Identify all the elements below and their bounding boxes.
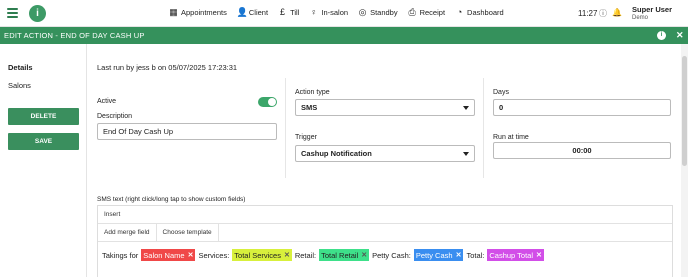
nav-item-label: Receipt bbox=[419, 8, 446, 17]
merge-field-label: Total Services bbox=[234, 250, 281, 260]
top-navigation-bar: i ▦ Appointments 👤 Client £ Till ♀ In-salon ◎ Sta… bbox=[0, 0, 688, 27]
pound-icon: £ bbox=[280, 7, 286, 17]
add-merge-field-button[interactable]: Add merge field bbox=[98, 224, 157, 242]
merge-field-tag[interactable]: Total Services ✕ bbox=[232, 249, 292, 261]
action-type-select[interactable]: SMS bbox=[295, 99, 475, 116]
insert-menu[interactable]: Insert bbox=[98, 206, 672, 224]
run-at-label: Run at time bbox=[493, 134, 529, 141]
days-input[interactable]: 0 bbox=[493, 99, 671, 116]
description-label: Description bbox=[97, 113, 133, 120]
days-label: Days bbox=[493, 89, 509, 96]
sidebar-item-details[interactable]: Details bbox=[8, 63, 33, 72]
sms-text-label: SMS text (right click/long tap to show c… bbox=[97, 196, 246, 203]
nav-item-in-salon[interactable]: ♀ In-salon bbox=[309, 7, 349, 18]
menu-icon[interactable] bbox=[7, 8, 18, 18]
merge-field-tag[interactable]: Salon Name ✕ bbox=[141, 249, 196, 261]
nav-item-client[interactable]: 👤 Client bbox=[236, 7, 269, 18]
nav-item-receipt[interactable]: ⎙ Receipt bbox=[408, 7, 446, 18]
remove-icon[interactable]: ✕ bbox=[536, 251, 542, 259]
sms-editor: Insert Add merge field Choose template Ta… bbox=[97, 205, 673, 277]
merge-field-tag[interactable]: Cashup Total ✕ bbox=[487, 249, 544, 261]
choose-template-button[interactable]: Choose template bbox=[157, 224, 219, 242]
nav-item-label: Appointments bbox=[181, 8, 227, 17]
side-panel: Details Salons DELETE SAVE bbox=[0, 44, 87, 277]
run-at-time-input[interactable]: 00:00 bbox=[493, 142, 671, 159]
nav-item-label: Dashboard bbox=[467, 8, 504, 17]
user-subtitle: Demo bbox=[632, 15, 649, 21]
logo[interactable]: i bbox=[29, 5, 46, 22]
save-button[interactable]: SAVE bbox=[8, 133, 79, 150]
nav-item-label: Till bbox=[290, 8, 300, 17]
merge-field-label: Petty Cash bbox=[415, 250, 453, 260]
trigger-value: Cashup Notification bbox=[301, 149, 372, 158]
toggle-knob bbox=[268, 98, 276, 106]
editor-toolbar: Add merge field Choose template bbox=[98, 224, 672, 242]
trigger-label: Trigger bbox=[295, 134, 317, 141]
user-menu[interactable]: Super User Demo bbox=[632, 5, 672, 23]
page-header: EDIT ACTION - END OF DAY CASH UP i ✕ bbox=[0, 27, 688, 44]
edit-form: Last run by jess b on 05/07/2025 17:23:3… bbox=[87, 44, 680, 277]
column-divider bbox=[285, 78, 286, 178]
main-nav: ▦ Appointments 👤 Client £ Till ♀ In-salon ◎ Stand… bbox=[169, 7, 504, 18]
message-text: Retail: bbox=[294, 250, 317, 260]
scrollbar-thumb[interactable] bbox=[682, 56, 687, 166]
info-icon[interactable]: i bbox=[657, 31, 666, 40]
figure-icon: ♀ bbox=[310, 7, 318, 17]
sms-message-body[interactable]: Takings for Salon Name ✕ Services: Total Ser… bbox=[102, 249, 547, 261]
dashboard-icon: ◔ bbox=[456, 7, 463, 17]
scrollbar[interactable] bbox=[681, 44, 688, 277]
nav-item-standby[interactable]: ◎ Standby bbox=[358, 7, 398, 18]
page-title: EDIT ACTION - END OF DAY CASH UP bbox=[4, 31, 145, 40]
delete-button[interactable]: DELETE bbox=[8, 108, 79, 125]
trigger-select[interactable]: Cashup Notification bbox=[295, 145, 475, 162]
chevron-down-icon bbox=[463, 152, 469, 156]
message-text: Petty Cash: bbox=[372, 250, 411, 260]
bell-icon[interactable]: 🔔 bbox=[612, 8, 622, 17]
merge-field-tag[interactable]: Petty Cash ✕ bbox=[413, 249, 464, 261]
nav-item-label: In-salon bbox=[321, 8, 349, 17]
user-name: Super User bbox=[632, 5, 673, 14]
merge-field-tag[interactable]: Total Retail ✕ bbox=[319, 249, 370, 261]
standby-icon: ◎ bbox=[358, 7, 367, 17]
merge-field-label: Cashup Total bbox=[489, 250, 534, 260]
help-icon[interactable]: ⓘ bbox=[599, 8, 607, 19]
merge-field-label: Total Retail bbox=[321, 250, 359, 260]
sidebar-item-salons[interactable]: Salons bbox=[8, 81, 31, 90]
merge-field-label: Salon Name bbox=[143, 250, 185, 260]
last-run-text: Last run by jess b on 05/07/2025 17:23:3… bbox=[97, 63, 238, 72]
description-input[interactable]: End Of Day Cash Up bbox=[97, 123, 277, 140]
nav-item-appointments[interactable]: ▦ Appointments bbox=[169, 7, 227, 18]
person-icon: 👤 bbox=[236, 7, 249, 17]
calendar-icon: ▦ bbox=[169, 7, 178, 17]
action-type-label: Action type bbox=[295, 89, 330, 96]
message-text: Takings for bbox=[102, 250, 139, 260]
clock: 11:27 bbox=[578, 9, 598, 18]
nav-item-till[interactable]: £ Till bbox=[278, 7, 300, 18]
nav-item-label: Standby bbox=[370, 8, 398, 17]
active-toggle[interactable] bbox=[258, 97, 277, 107]
action-type-value: SMS bbox=[301, 103, 318, 112]
remove-icon[interactable]: ✕ bbox=[456, 251, 462, 259]
printer-icon: ⎙ bbox=[408, 7, 416, 17]
nav-item-dashboard[interactable]: ◔ Dashboard bbox=[455, 7, 504, 18]
chevron-down-icon bbox=[463, 106, 469, 110]
close-icon[interactable]: ✕ bbox=[676, 30, 684, 41]
active-label: Active bbox=[97, 98, 117, 105]
message-text: Services: bbox=[198, 250, 230, 260]
remove-icon[interactable]: ✕ bbox=[361, 251, 367, 259]
nav-item-label: Client bbox=[248, 8, 269, 17]
remove-icon[interactable]: ✕ bbox=[188, 251, 194, 259]
column-divider bbox=[483, 78, 484, 178]
remove-icon[interactable]: ✕ bbox=[284, 251, 290, 259]
message-text: Total: bbox=[466, 250, 485, 260]
